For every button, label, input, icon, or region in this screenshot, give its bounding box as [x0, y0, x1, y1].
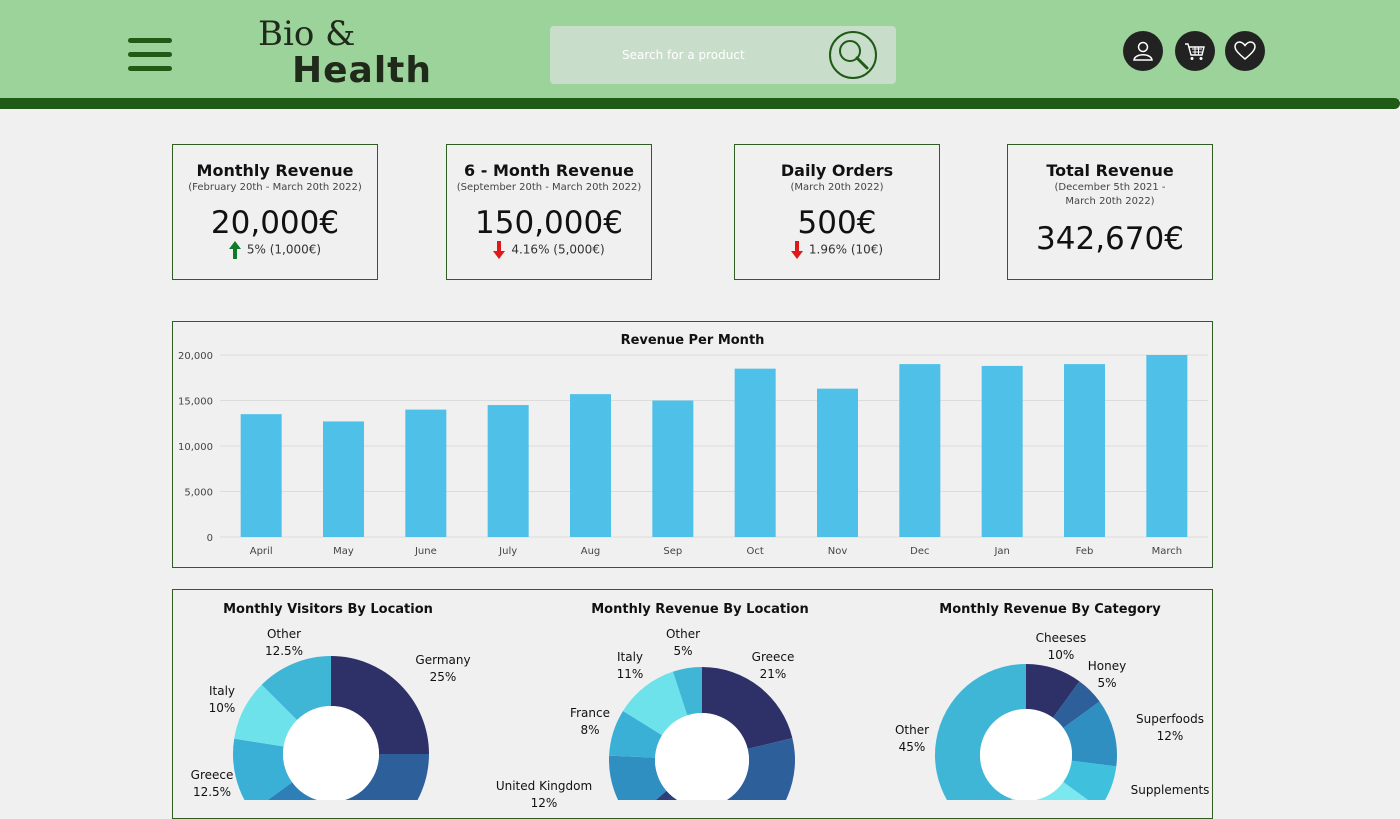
pie-label: Italy 10%: [208, 684, 236, 715]
pie-label: Other 5%: [665, 627, 701, 658]
kpi-value: 342,670€: [1036, 221, 1184, 257]
x-tick-label: Dec: [910, 546, 929, 557]
kpi-change-text: 1.96% (10€): [808, 242, 884, 257]
x-tick-label: Nov: [828, 546, 848, 557]
revenue-bar-chart: 0 5,000 10,000 15,000 20,000 April May June July…: [178, 351, 1208, 557]
kpi-change: 4.16% (5,000€): [447, 241, 651, 259]
account-button[interactable]: [1123, 31, 1163, 71]
pie-label: Greece 12.5%: [190, 768, 234, 799]
kpi-value: 500€: [797, 205, 877, 241]
kpi-change-text: 5% (1,000€): [246, 242, 322, 257]
arrow-down-icon: [790, 241, 803, 259]
y-tick-label: 5,000: [184, 488, 213, 499]
arrow-down-icon: [493, 241, 506, 259]
cart-button[interactable]: [1175, 31, 1215, 71]
y-tick-label: 20,000: [178, 351, 213, 362]
bar[interactable]: [817, 388, 858, 537]
bar[interactable]: [652, 400, 694, 538]
bar[interactable]: [405, 409, 447, 537]
kpi-value: 20,000€: [210, 205, 340, 241]
kpi-value: 150,000€: [475, 205, 623, 241]
kpi-daily-orders: Daily Orders (March 20th 2022) 500€ 1.96…: [734, 144, 940, 280]
pie-label: Honey 5%: [1087, 659, 1127, 690]
y-tick-label: 10,000: [178, 442, 213, 453]
kpi-title: Monthly Revenue: [196, 161, 354, 180]
bar[interactable]: [899, 364, 941, 537]
search-icon: [839, 40, 869, 70]
menu-icon[interactable]: [128, 38, 172, 72]
pie-label: Germany 25%: [415, 653, 471, 684]
x-tick-label: Aug: [581, 546, 601, 557]
x-tick-label: Jan: [993, 546, 1009, 557]
kpi-subtitle: (September 20th - March 20th 2022): [456, 182, 642, 193]
pie-label: Supplements: [1130, 783, 1210, 797]
y-tick-label: 0: [207, 533, 213, 544]
bar[interactable]: [240, 414, 282, 537]
kpi-subtitle: (February 20th - March 20th 2022): [188, 182, 362, 193]
kpi-subtitle: (December 5th 2021 - March 20th 2022): [1054, 182, 1166, 207]
pie-title-revenue-category: Monthly Revenue By Category: [939, 602, 1161, 617]
arrow-up-icon: [228, 241, 241, 259]
pie-label: United Kingdom 12%: [495, 779, 593, 810]
pie-charts-panel: [172, 589, 1213, 819]
kpi-title: Total Revenue: [1046, 161, 1174, 180]
pie-title-revenue-location: Monthly Revenue By Location: [591, 602, 809, 617]
pie-label: Other 45%: [894, 723, 930, 754]
bar[interactable]: [981, 365, 1023, 537]
bar[interactable]: [734, 368, 776, 537]
y-tick-label: 15,000: [178, 397, 213, 408]
x-tick-label: April: [250, 546, 273, 557]
kpi-title: Daily Orders: [780, 161, 894, 180]
kpi-title: 6 - Month Revenue: [464, 161, 634, 180]
x-tick-label: June: [414, 546, 437, 557]
kpi-six-month-revenue: 6 - Month Revenue (September 20th - Marc…: [446, 144, 652, 280]
pie-label: France 8%: [570, 706, 610, 737]
logo-line2[interactable]: Health: [292, 50, 432, 91]
pie-label: Superfoods 12%: [1136, 712, 1204, 743]
cart-icon: [1185, 43, 1205, 60]
kpi-subtitle: (March 20th 2022): [790, 182, 884, 193]
user-icon: [1133, 41, 1153, 61]
kpi-change: 1.96% (10€): [735, 241, 939, 259]
kpi-monthly-revenue: Monthly Revenue (February 20th - March 2…: [172, 144, 378, 280]
x-tick-label: Oct: [747, 546, 764, 557]
x-tick-label: May: [333, 546, 354, 557]
kpi-change: 5% (1,000€): [173, 241, 377, 259]
header-divider: [0, 98, 1400, 109]
x-tick-label: Feb: [1076, 546, 1094, 557]
favorites-button[interactable]: [1225, 31, 1265, 71]
x-tick-label: March: [1152, 546, 1182, 557]
pie-label: Italy 11%: [616, 650, 644, 681]
heart-icon: [1234, 41, 1256, 60]
pie-title-visitors: Monthly Visitors By Location: [223, 602, 433, 617]
pie-label: Greece 21%: [751, 650, 795, 681]
bar[interactable]: [1064, 364, 1105, 537]
search-button[interactable]: [829, 31, 877, 79]
bar[interactable]: [323, 421, 364, 537]
x-tick-label: July: [498, 546, 517, 557]
kpi-change-text: 4.16% (5,000€): [511, 242, 605, 257]
logo-line1[interactable]: Bio &: [258, 14, 355, 54]
bar[interactable]: [570, 394, 611, 537]
bar[interactable]: [1146, 355, 1188, 537]
kpi-total-revenue: Total Revenue (December 5th 2021 - March…: [1007, 144, 1213, 280]
pie-label: Other 12.5%: [264, 627, 304, 658]
x-tick-label: Sep: [663, 546, 682, 557]
bar[interactable]: [487, 405, 529, 537]
